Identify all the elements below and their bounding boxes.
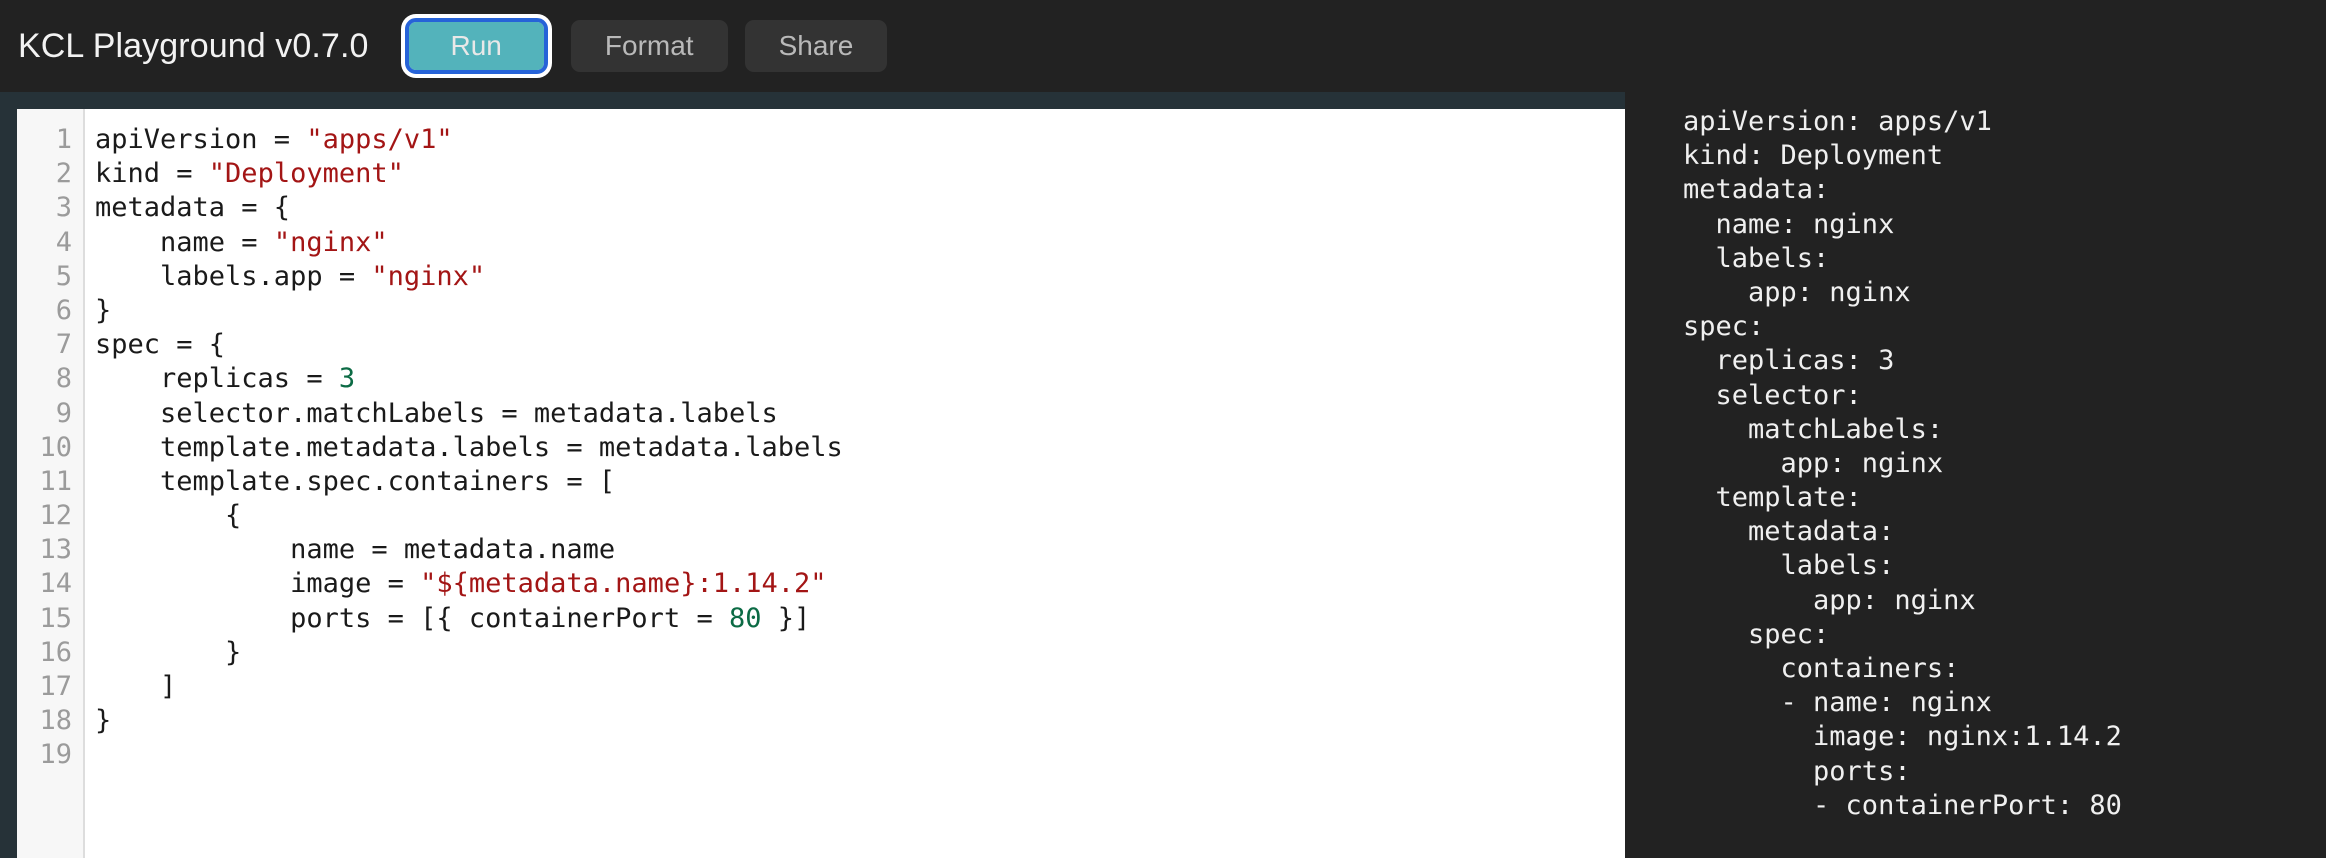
output-line: matchLabels: (1683, 413, 1944, 445)
code-token: metadata = { (95, 192, 291, 224)
output-line: metadata: (1683, 516, 1895, 548)
code-token: { (95, 500, 242, 532)
line-number: 10 (39, 431, 72, 463)
code-area[interactable]: apiVersion = "apps/v1" kind = "Deployment… (85, 109, 1625, 858)
line-number: 1 (55, 124, 72, 155)
code-token: } (95, 705, 112, 737)
output-line: labels: (1683, 550, 1895, 582)
code-token: selector.matchLabels = metadata.labels (95, 397, 778, 429)
output-line: app: nginx (1683, 276, 1911, 308)
code-token: image = (95, 568, 421, 600)
output-line: spec: (1683, 618, 1830, 650)
code-line: ​ (95, 738, 1625, 772)
line-number: 7 (55, 329, 72, 361)
run-button[interactable]: Run (404, 18, 548, 74)
line-number: 16 (39, 636, 72, 668)
code-token: ] (95, 671, 177, 702)
code-token: } (95, 294, 112, 326)
output-line: - name: nginx (1683, 687, 1992, 719)
yaml-output: apiVersion: apps/v1 kind: Deployment metad… (1625, 100, 2326, 858)
code-token: "nginx" (371, 260, 486, 292)
code-line: name = metadata.name (95, 533, 1625, 567)
toolbar: Run Format Share (404, 18, 888, 74)
code-token: labels.app = (95, 260, 372, 292)
line-number-gutter: 1 2 3 4 5 6 7 8 9 10 11 12 13 14 15 16 17 18 19 (17, 109, 85, 858)
line-number: 15 (39, 602, 72, 634)
page-title: KCL Playground v0.7.0 (18, 26, 369, 65)
line-number: 18 (39, 705, 72, 737)
code-line: replicas = 3 (95, 362, 1625, 396)
code-line: template.spec.containers = [ (95, 465, 1625, 499)
code-line: ] (95, 670, 1625, 704)
line-number: 3 (55, 192, 72, 224)
output-line: kind: Deployment (1683, 140, 1944, 172)
app-header: KCL Playground v0.7.0 Run Format Share (0, 0, 2326, 92)
line-number: 4 (55, 226, 72, 258)
code-line: spec = { (95, 328, 1625, 362)
code-token: template.spec.containers = [ (95, 465, 616, 497)
code-token: "Deployment" (208, 158, 404, 190)
code-line: { (95, 499, 1625, 533)
line-number: 19 (39, 739, 72, 771)
line-number: 9 (55, 397, 72, 429)
editor-panel: 1 2 3 4 5 6 7 8 9 10 11 12 13 14 15 16 17 18 19 apiVersion… (0, 92, 1625, 858)
main-split: 1 2 3 4 5 6 7 8 9 10 11 12 13 14 15 16 17 18 19 apiVersion… (0, 92, 2326, 858)
code-line: name = "nginx" (95, 226, 1625, 260)
format-button[interactable]: Format (570, 20, 728, 72)
share-button[interactable]: Share (744, 20, 888, 72)
output-line: - containerPort: 80 (1683, 789, 2122, 821)
code-token: spec = { (95, 329, 226, 361)
line-number: 12 (39, 500, 72, 532)
code-token: ports = [{ containerPort = (95, 602, 729, 634)
output-line: labels: (1683, 242, 1830, 274)
output-line: app: nginx (1683, 447, 1944, 479)
code-token: 3 (338, 363, 356, 395)
code-editor[interactable]: 1 2 3 4 5 6 7 8 9 10 11 12 13 14 15 16 17 18 19 apiVersion… (17, 109, 1625, 858)
code-line: ports = [{ containerPort = 80 }] (95, 602, 1625, 636)
code-line: metadata = { (95, 191, 1625, 225)
output-line: app: nginx (1683, 584, 1976, 616)
code-token: "${metadata.name}:1.14.2" (420, 568, 827, 600)
output-line: template: (1683, 482, 1862, 514)
code-line: apiVersion = "apps/v1" (95, 123, 1625, 157)
code-token: replicas = (95, 363, 339, 395)
code-line: image = "${metadata.name}:1.14.2" (95, 567, 1625, 601)
code-token: template.metadata.labels = metadata.labe… (95, 431, 843, 463)
code-line: } (95, 636, 1625, 670)
line-number: 17 (39, 671, 72, 702)
code-token: }] (761, 602, 811, 634)
code-token: kind = (95, 158, 209, 190)
output-line: selector: (1683, 379, 1862, 411)
line-number: 2 (55, 158, 72, 190)
output-panel: apiVersion: apps/v1 kind: Deployment metad… (1625, 92, 2326, 858)
code-token: name = (95, 226, 274, 258)
kcl-playground-app: KCL Playground v0.7.0 Run Format Share 1… (0, 0, 2326, 858)
line-number: 5 (55, 260, 72, 292)
line-number: 11 (39, 465, 72, 497)
code-line: selector.matchLabels = metadata.labels (95, 397, 1625, 431)
output-line: replicas: 3 (1683, 345, 1895, 377)
code-line: kind = "Deployment" (95, 157, 1625, 191)
output-line: ports: (1683, 755, 1911, 787)
code-line: labels.app = "nginx" (95, 260, 1625, 294)
line-number: 8 (55, 363, 72, 395)
output-line: spec: (1683, 311, 1765, 343)
output-line: metadata: (1683, 174, 1830, 206)
code-token: } (95, 636, 242, 668)
code-token: name = metadata.name (95, 534, 616, 566)
code-token: apiVersion = (95, 124, 307, 155)
output-line: containers: (1683, 653, 1960, 684)
line-number: 6 (55, 294, 72, 326)
line-number: 14 (39, 568, 72, 600)
code-line: } (95, 704, 1625, 738)
code-line: } (95, 294, 1625, 328)
code-token: 80 (728, 602, 762, 634)
code-token: "nginx" (273, 226, 388, 258)
output-line: apiVersion: apps/v1 (1683, 106, 1992, 137)
code-token: "apps/v1" (306, 124, 453, 155)
output-line: image: nginx:1.14.2 (1683, 721, 2122, 753)
line-number: 13 (39, 534, 72, 566)
code-line: template.metadata.labels = metadata.labe… (95, 431, 1625, 465)
output-line: name: nginx (1683, 208, 1895, 240)
